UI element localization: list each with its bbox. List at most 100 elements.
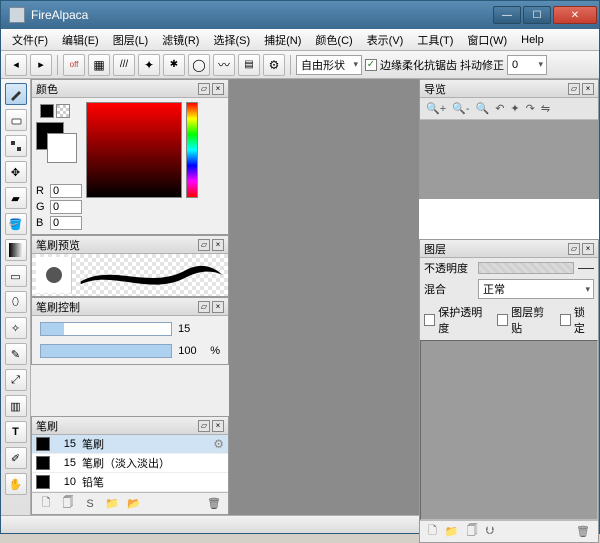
nav-next-button[interactable]: ▸ — [30, 54, 52, 76]
tool-select-pen[interactable]: ✎ — [5, 343, 27, 365]
color-picker-square[interactable] — [86, 102, 182, 198]
panel-close-icon[interactable]: × — [582, 83, 594, 95]
snap-curve-button[interactable]: 〰 — [213, 54, 235, 76]
menu-file[interactable]: 文件(F) — [5, 30, 55, 50]
panel-navigator: 导览 ▱ × 🔍+ 🔍- 🔍 ↶ ✦ ↷ ⇋ — [419, 79, 599, 199]
clip-layer-checkbox[interactable]: 图层剪贴 — [497, 304, 552, 336]
hue-slider[interactable] — [186, 102, 198, 198]
panel-color: 颜色 ▱ × R0 G0 B0 — [31, 79, 229, 235]
tool-dot[interactable] — [5, 135, 27, 157]
color-g-input[interactable]: 0 — [50, 200, 82, 214]
zoom-out-icon[interactable]: 🔍- — [452, 102, 469, 115]
palette-mode-icon[interactable] — [40, 104, 54, 118]
shape-combo[interactable]: 自由形状 — [296, 55, 362, 75]
titlebar: FireAlpaca — ☐ ✕ — [1, 1, 599, 29]
tool-select-wand[interactable]: ✧ — [5, 317, 27, 339]
nav-prev-button[interactable]: ◂ — [5, 54, 27, 76]
panel-close-icon[interactable]: × — [212, 420, 224, 432]
tool-operate[interactable]: ⤢ — [5, 369, 27, 391]
brush-size-slider[interactable] — [40, 322, 172, 336]
snap-off-button[interactable]: off — [63, 54, 85, 76]
duplicate-brush-icon[interactable]: 🗍 — [60, 496, 76, 512]
folder-icon[interactable]: 📁 — [104, 496, 120, 512]
fg-bg-swatch[interactable] — [36, 122, 64, 150]
menu-view[interactable]: 表示(V) — [360, 30, 411, 50]
menu-tool[interactable]: 工具(T) — [410, 30, 460, 50]
navigator-canvas[interactable] — [420, 120, 598, 198]
options-toolbar: ◂ ▸ off ▦ /// ✦ ✱ ◯ 〰 ▤ ⚙ 自由形状 边缘柔化抗锯齿 抖… — [1, 51, 599, 79]
minimize-button[interactable]: — — [493, 6, 521, 24]
layer-opacity-slider[interactable] — [478, 262, 574, 274]
color-r-input[interactable]: 0 — [50, 184, 82, 198]
palette-mode-bar-icon[interactable] — [56, 104, 70, 118]
tool-eraser[interactable] — [5, 109, 27, 131]
brush-footer: 🗋 🗍 S 📁 📂 🗑 — [32, 492, 228, 514]
folder-open-icon[interactable]: 📂 — [126, 496, 142, 512]
panel-undock-icon[interactable]: ▱ — [198, 301, 210, 313]
tool-divide[interactable]: ▥ — [5, 395, 27, 417]
panel-undock-icon[interactable]: ▱ — [568, 83, 580, 95]
panel-undock-icon[interactable]: ▱ — [198, 239, 210, 251]
menu-window[interactable]: 窗口(W) — [460, 30, 514, 50]
snap-radial-button[interactable]: ✱ — [163, 54, 185, 76]
tool-gradient[interactable] — [5, 239, 27, 261]
menu-filter[interactable]: 滤镜(R) — [155, 30, 206, 50]
add-brush-icon[interactable]: 🗋 — [38, 496, 54, 512]
flip-icon[interactable]: ⇋ — [541, 102, 550, 115]
snap-cross-button[interactable]: ✦ — [138, 54, 160, 76]
menu-select[interactable]: 选择(S) — [206, 30, 257, 50]
window-title: FireAlpaca — [31, 8, 491, 22]
tool-eyedropper[interactable]: ✐ — [5, 447, 27, 469]
rotate-right-icon[interactable]: ↷ — [526, 102, 535, 115]
snap-settings-button[interactable]: ▤ — [238, 54, 260, 76]
trash-icon[interactable]: 🗑 — [206, 496, 222, 512]
tool-fill[interactable]: ▰ — [5, 187, 27, 209]
layer-list[interactable] — [420, 340, 598, 520]
snap-circle-button[interactable]: ◯ — [188, 54, 210, 76]
jitter-combo[interactable]: 0 — [507, 55, 547, 75]
color-b-input[interactable]: 0 — [50, 216, 82, 230]
snap-config-button[interactable]: ⚙ — [263, 54, 285, 76]
panel-undock-icon[interactable]: ▱ — [198, 420, 210, 432]
protect-alpha-checkbox[interactable]: 保护透明度 — [424, 304, 489, 336]
menu-snap[interactable]: 捕捉(N) — [257, 30, 308, 50]
menu-help[interactable]: Help — [514, 32, 551, 48]
brush-opacity-value: 100 — [178, 345, 204, 357]
close-button[interactable]: ✕ — [553, 6, 597, 24]
anti-alias-checkbox[interactable]: 边缘柔化抗锯齿 — [365, 57, 457, 73]
gear-icon[interactable]: ⚙ — [213, 437, 224, 451]
zoom-in-icon[interactable]: 🔍+ — [426, 102, 446, 115]
tool-brush[interactable] — [5, 83, 27, 105]
brush-opacity-slider[interactable] — [40, 344, 172, 358]
menu-edit[interactable]: 编辑(E) — [55, 30, 106, 50]
tool-hand[interactable]: ✋ — [5, 473, 27, 495]
panel-close-icon[interactable]: × — [212, 239, 224, 251]
snap-grid-button[interactable]: ▦ — [88, 54, 110, 76]
blend-combo[interactable]: 正常 — [478, 279, 594, 299]
panel-brush-list: 笔刷 ▱ × 15 笔刷 ⚙ 15 笔刷（淡入淡出） — [31, 416, 229, 515]
panel-undock-icon[interactable]: ▱ — [568, 243, 580, 255]
brush-item[interactable]: 10 铅笔 — [32, 473, 228, 492]
tool-move[interactable]: ✥ — [5, 161, 27, 183]
tool-select-rect[interactable]: ▭ — [5, 265, 27, 287]
tool-bucket[interactable]: 🪣 — [5, 213, 27, 235]
rotate-left-icon[interactable]: ↶ — [495, 102, 504, 115]
snap-parallel-button[interactable]: /// — [113, 54, 135, 76]
maximize-button[interactable]: ☐ — [523, 6, 551, 24]
menu-color[interactable]: 颜色(C) — [308, 30, 359, 50]
panel-brush-control-title: 笔刷控制 — [36, 299, 196, 315]
panel-close-icon[interactable]: × — [212, 301, 224, 313]
rotate-reset-icon[interactable]: ✦ — [510, 102, 519, 115]
panel-close-icon[interactable]: × — [582, 243, 594, 255]
tool-text[interactable]: T — [5, 421, 27, 443]
lock-checkbox[interactable]: 锁定 — [560, 304, 594, 336]
brush-item[interactable]: 15 笔刷 ⚙ — [32, 435, 228, 454]
tool-select-lasso[interactable]: ⬯ — [5, 291, 27, 313]
zoom-fit-icon[interactable]: 🔍 — [475, 102, 489, 115]
panel-undock-icon[interactable]: ▱ — [198, 83, 210, 95]
menu-layer[interactable]: 图层(L) — [106, 30, 155, 50]
script-brush-icon[interactable]: S — [82, 496, 98, 512]
brush-item[interactable]: 15 笔刷（淡入淡出） — [32, 454, 228, 473]
panel-close-icon[interactable]: × — [212, 83, 224, 95]
canvas-area[interactable] — [229, 79, 419, 515]
